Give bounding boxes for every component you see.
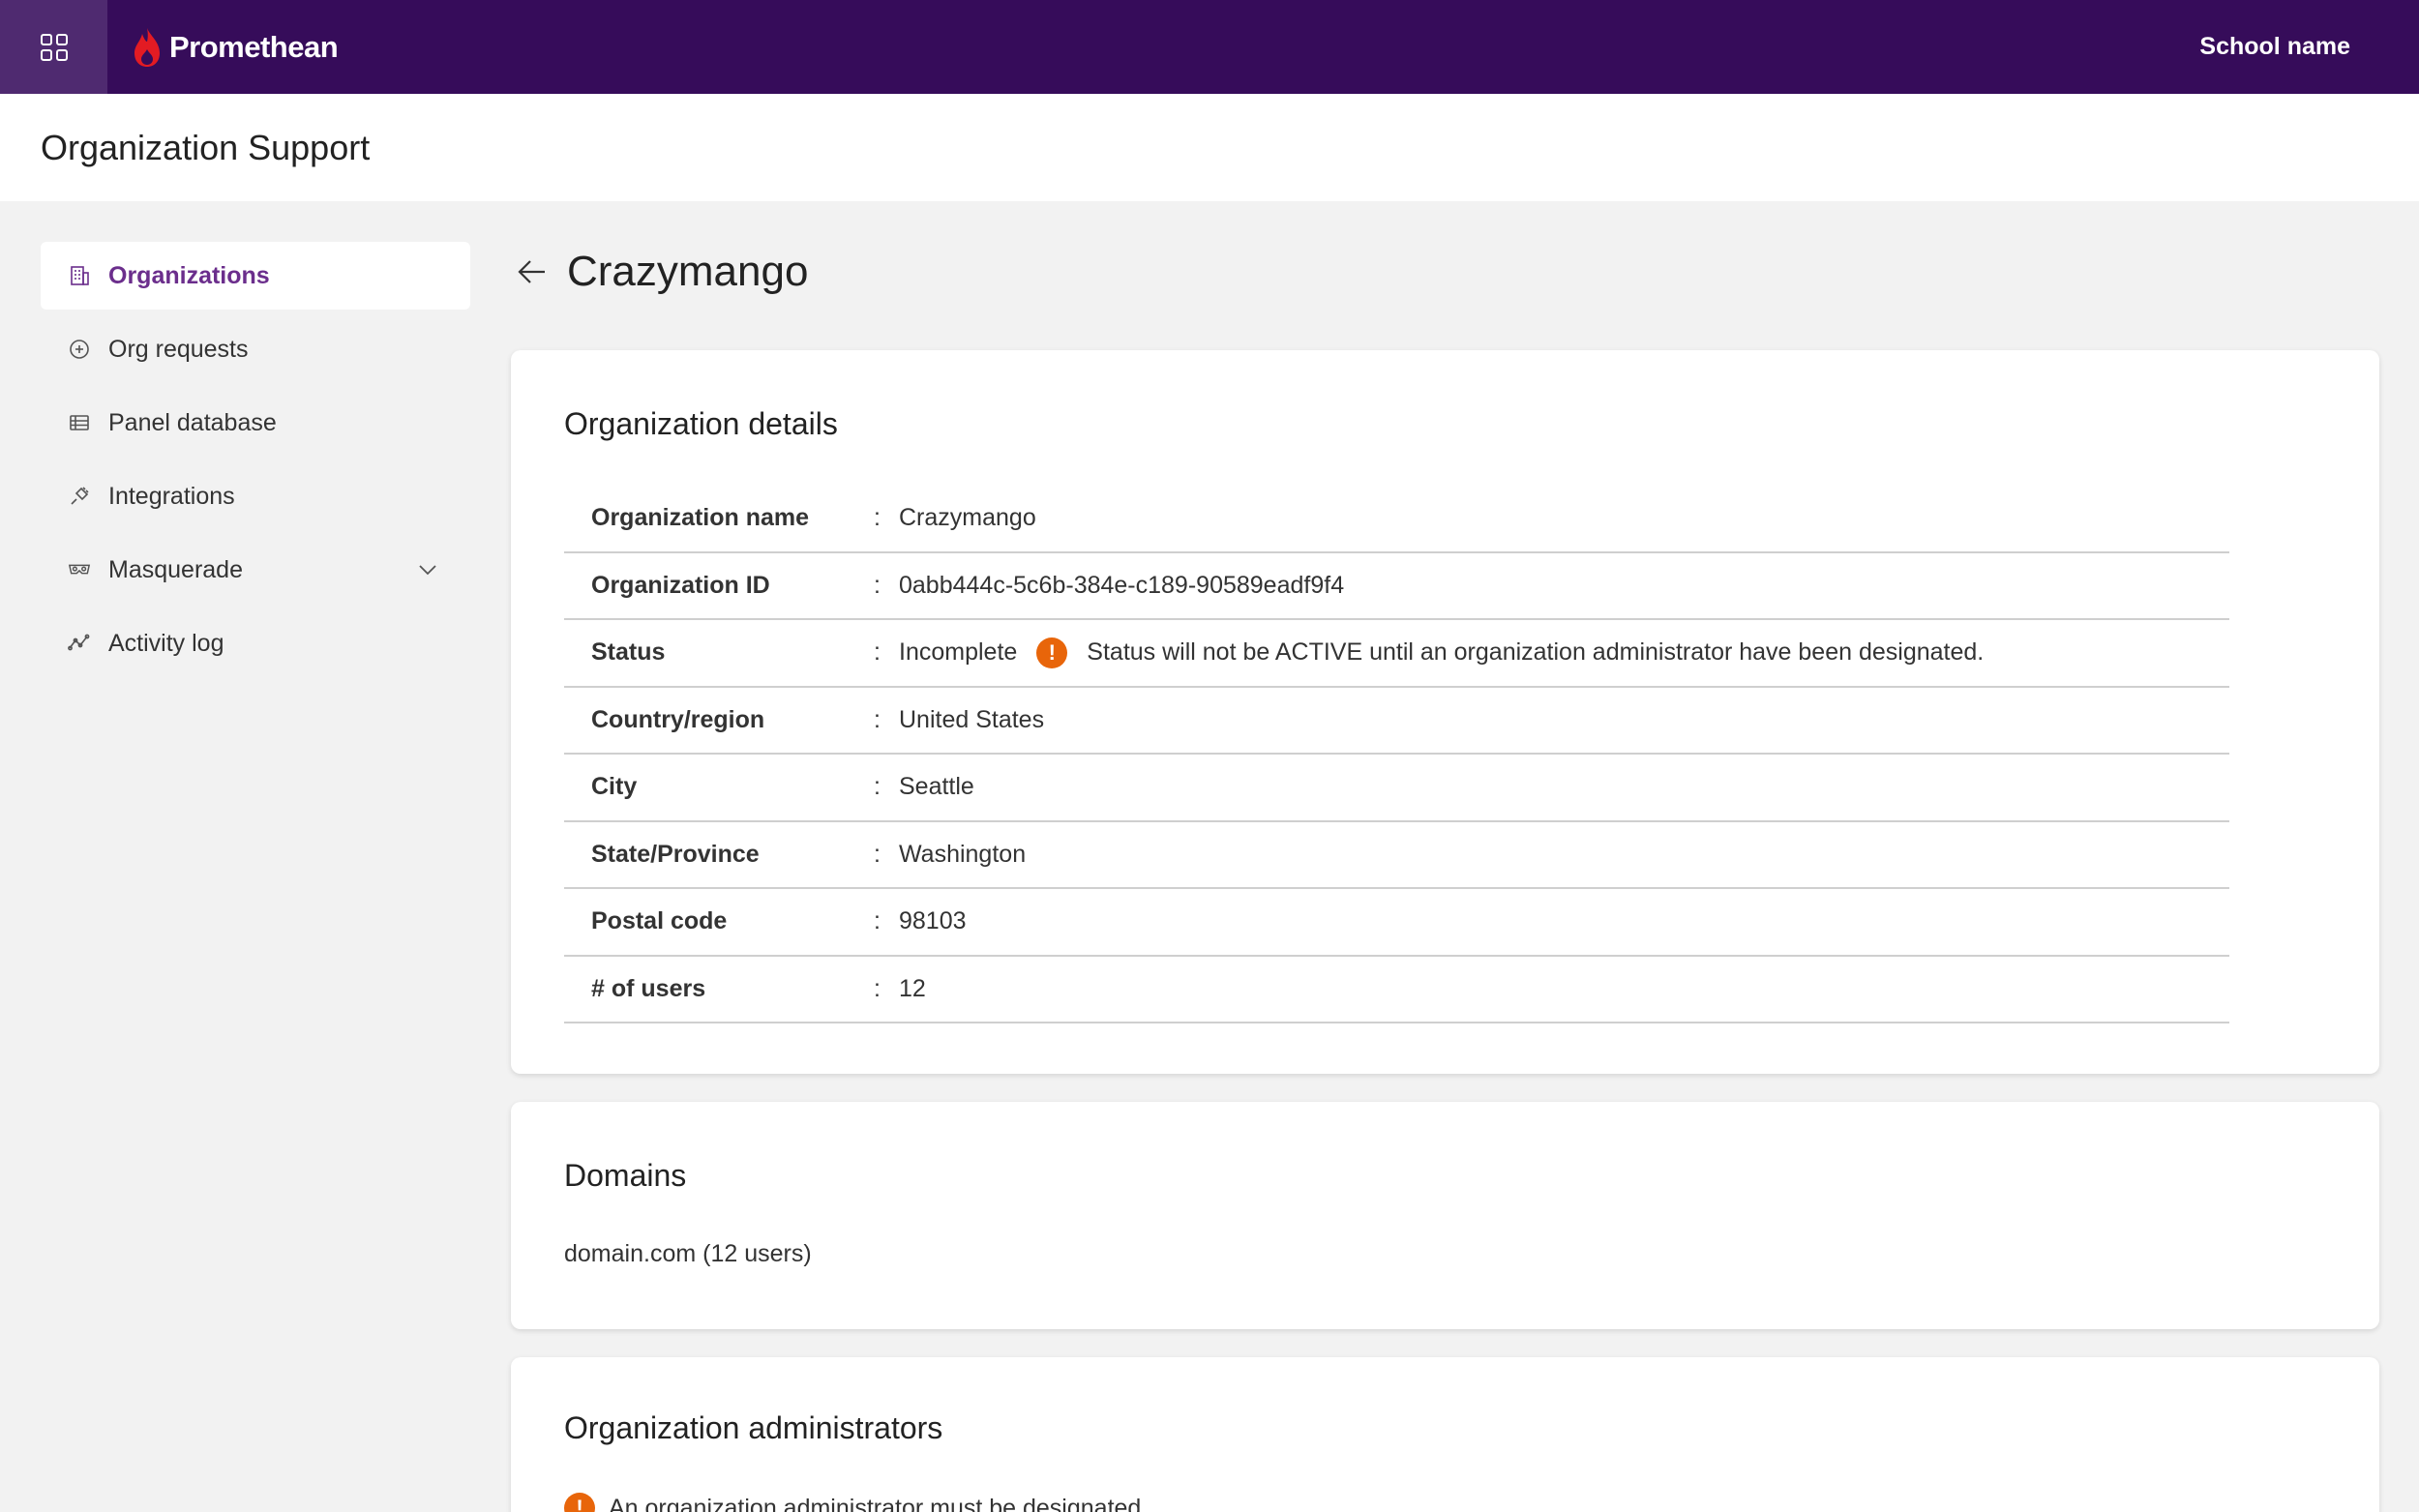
sidebar-item-label: Integrations <box>108 482 235 510</box>
table-icon <box>68 411 91 434</box>
page-title: Crazymango <box>567 248 809 295</box>
mask-icon <box>68 558 91 581</box>
flame-icon <box>134 27 160 67</box>
card-title: Organization details <box>564 406 838 441</box>
status-text: Incomplete <box>899 638 1018 667</box>
sidebar-item-label: Panel database <box>108 408 277 436</box>
table-row: Postal code : 98103 <box>564 889 2229 957</box>
app-launcher-button[interactable] <box>0 0 107 94</box>
row-value: Washington <box>899 840 1027 868</box>
table-row: # of users : 12 <box>564 957 2229 1023</box>
admin-warning-text: An organization administrator must be de… <box>609 1494 1142 1512</box>
row-separator: : <box>874 840 881 868</box>
sidebar-item-masquerade[interactable]: Masquerade <box>41 536 470 604</box>
chevron-down-icon[interactable] <box>416 558 439 581</box>
row-label: Postal code <box>591 907 728 935</box>
row-separator: : <box>874 974 881 1002</box>
table-row: Organization ID : 0abb444c-5c6b-384e-c18… <box>564 553 2229 620</box>
row-label: State/Province <box>591 840 760 868</box>
row-value: Crazymango <box>899 504 1036 532</box>
row-label: Country/region <box>591 705 765 733</box>
warning-icon: ! <box>1036 637 1068 668</box>
row-label: Status <box>591 638 666 667</box>
brand-name: Promethean <box>169 29 339 64</box>
sidebar-item-integrations[interactable]: Integrations <box>41 462 470 530</box>
table-row: Country/region : United States <box>564 688 2229 755</box>
sidebar-item-activity-log[interactable]: Activity log <box>41 609 470 677</box>
row-label: City <box>591 773 638 801</box>
grid-icon <box>40 33 68 61</box>
school-name[interactable]: School name <box>2199 0 2350 94</box>
sidebar-item-label: Activity log <box>108 629 224 657</box>
row-value: 0abb444c-5c6b-384e-c189-90589eadf9f4 <box>899 571 1345 599</box>
organization-details-card: Organization details Organization name :… <box>511 350 2379 1074</box>
sidebar-item-label: Organizations <box>108 261 270 289</box>
table-row: Organization name : Crazymango <box>564 486 2229 553</box>
back-button[interactable] <box>513 252 552 291</box>
sidebar-item-label: Masquerade <box>108 555 243 583</box>
row-separator: : <box>874 504 881 532</box>
sidebar-item-panel-database[interactable]: Panel database <box>41 389 470 457</box>
arrow-left-icon <box>518 260 545 283</box>
brand-logo[interactable]: Promethean <box>133 26 339 69</box>
row-value: 98103 <box>899 907 967 935</box>
row-value: Seattle <box>899 773 974 801</box>
warning-icon: ! <box>564 1493 595 1512</box>
row-separator: : <box>874 773 881 801</box>
activity-icon <box>68 632 91 655</box>
details-table: Organization name : Crazymango Organizat… <box>564 486 2229 1023</box>
row-label: Organization name <box>591 504 810 532</box>
organization-administrators-card: Organization administrators ! An organiz… <box>511 1357 2379 1512</box>
page-heading: Crazymango <box>513 248 808 296</box>
header-band: Organization Support <box>0 94 2419 201</box>
building-icon <box>68 264 91 287</box>
domains-card: Domains domain.com (12 users) <box>511 1102 2379 1329</box>
card-title: Domains <box>564 1158 687 1193</box>
row-separator: : <box>874 907 881 935</box>
plug-icon <box>68 485 91 508</box>
admin-warning: ! An organization administrator must be … <box>564 1493 1141 1512</box>
sidebar: Organizations Org requests Panel databas… <box>41 242 470 683</box>
status-value: Incomplete ! Status will not be ACTIVE u… <box>899 637 1984 668</box>
domain-entry: domain.com (12 users) <box>564 1240 812 1267</box>
card-title: Organization administrators <box>564 1410 943 1445</box>
table-row: State/Province : Washington <box>564 822 2229 889</box>
row-value: 12 <box>899 974 926 1002</box>
status-note: Status will not be ACTIVE until an organ… <box>1087 638 1985 667</box>
top-bar: Promethean School name <box>0 0 2419 94</box>
row-separator: : <box>874 705 881 733</box>
sidebar-item-label: Org requests <box>108 335 249 363</box>
table-row: Status : Incomplete ! Status will not be… <box>564 620 2229 688</box>
row-label: Organization ID <box>591 571 770 599</box>
page-header-title: Organization Support <box>41 127 371 167</box>
row-label: # of users <box>591 974 706 1002</box>
row-value: United States <box>899 705 1045 733</box>
row-separator: : <box>874 571 881 599</box>
plus-circle-icon <box>68 338 91 361</box>
table-row: City : Seattle <box>564 755 2229 822</box>
sidebar-item-organizations[interactable]: Organizations <box>41 242 470 310</box>
row-separator: : <box>874 638 881 667</box>
sidebar-item-org-requests[interactable]: Org requests <box>41 315 470 383</box>
